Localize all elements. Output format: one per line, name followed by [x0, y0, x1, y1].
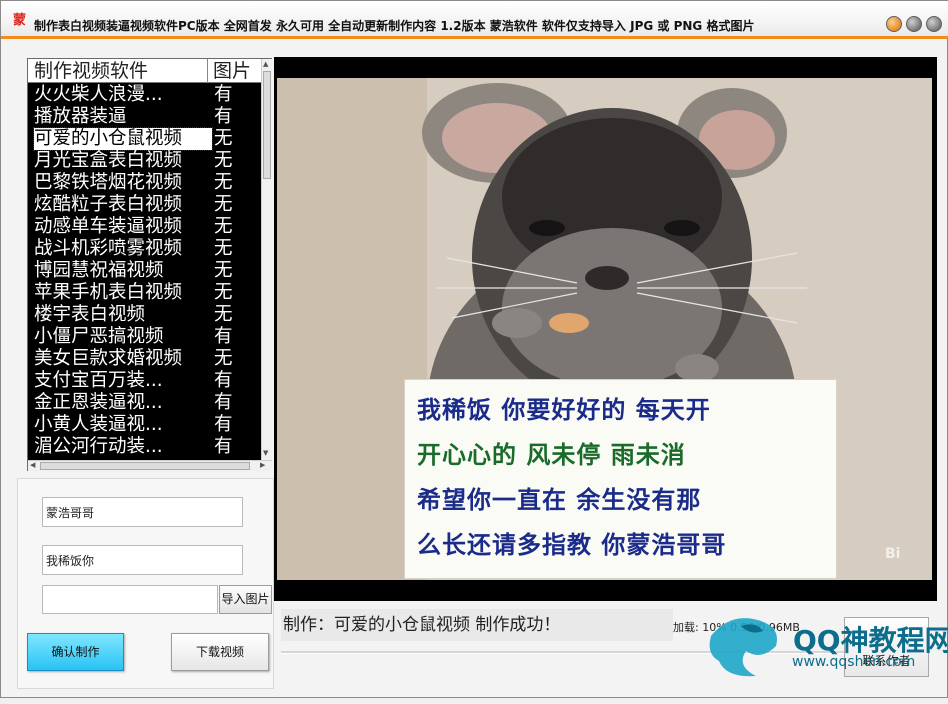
list-item-has-image: 无 — [214, 348, 233, 369]
list-item-has-image: 有 — [214, 414, 233, 435]
app-logo: 蒙 — [13, 13, 27, 28]
list-item-name: 播放器装逼 — [34, 106, 127, 127]
list-item-has-image: 无 — [214, 304, 233, 325]
scroll-right-icon[interactable]: ▶ — [260, 461, 265, 469]
list-item-name: 湄公河行动装... — [34, 436, 163, 457]
list-item[interactable]: 博园慧祝福视频 无 — [28, 260, 261, 282]
column-header-name[interactable]: 制作视频软件 — [34, 59, 208, 83]
list-item[interactable]: 湄公河行动装... 有 — [28, 436, 261, 458]
vertical-scrollbar[interactable]: ▲ ▼ — [261, 59, 272, 460]
list-item-name: 可爱的小仓鼠视频 — [33, 127, 213, 151]
list-item[interactable]: 炫酷粒子表白视频 无 — [28, 194, 261, 216]
list-item[interactable]: 苹果手机表白视频 无 — [28, 282, 261, 304]
list-item-name: 美女巨款求婚视频 — [34, 348, 183, 369]
watermark-title: QQ神教程网 — [793, 624, 948, 657]
title-bar[interactable]: 蒙 制作表白视频装逼视频软件PC版本 全网首发 永久可用 全自动更新制作内容 1… — [1, 1, 948, 39]
list-item[interactable]: 播放器装逼 有 — [28, 106, 261, 128]
import-image-button[interactable]: 导入图片 — [219, 585, 272, 614]
card-line-2: 开心心的 风未停 雨未消 — [417, 441, 686, 469]
card-line-1: 我稀饭 你要好好的 每天开 — [417, 396, 711, 424]
list-item[interactable]: 月光宝盒表白视频 无 — [28, 150, 261, 172]
list-item-has-image: 无 — [214, 216, 233, 237]
message-card: 我稀饭 你要好好的 每天开 开心心的 风未停 雨未消 希望你一直在 余生没有那 … — [404, 379, 837, 579]
name-field[interactable] — [42, 497, 243, 527]
list-item[interactable]: 楼宇表白视频 无 — [28, 304, 261, 326]
window-title: 制作表白视频装逼视频软件PC版本 全网首发 永久可用 全自动更新制作内容 1.2… — [34, 19, 755, 33]
list-item-has-image: 有 — [214, 84, 233, 105]
corner-watermark: Bi — [885, 546, 901, 562]
list-item[interactable]: 美女巨款求婚视频 无 — [28, 348, 261, 370]
list-item[interactable]: 巴黎铁塔烟花视频 无 — [28, 172, 261, 194]
close-button[interactable] — [926, 16, 942, 32]
horizontal-scroll-thumb[interactable] — [40, 462, 250, 470]
site-watermark: QQ神教程网 www.qqshen.com — [701, 606, 948, 681]
list-item-has-image: 无 — [214, 172, 233, 193]
list-item-name: 小僵尸恶搞视频 — [34, 326, 164, 347]
vertical-scroll-thumb[interactable] — [263, 71, 271, 179]
list-item-has-image: 无 — [214, 260, 233, 281]
horizontal-scrollbar[interactable]: ◀ ▶ — [28, 460, 272, 471]
list-item-has-image: 有 — [214, 370, 233, 391]
list-item-has-image: 有 — [214, 106, 233, 127]
list-item-name: 苹果手机表白视频 — [34, 282, 183, 303]
video-preview[interactable]: 我稀饭 你要好好的 每天开 开心心的 风未停 雨未消 希望你一直在 余生没有那 … — [274, 57, 937, 601]
minimize-button[interactable] — [886, 16, 902, 32]
status-message: 制作：可爱的小仓鼠视频 制作成功！ — [281, 609, 673, 641]
image-path-field[interactable] — [42, 585, 218, 614]
list-item-has-image: 无 — [214, 282, 233, 303]
scroll-up-icon[interactable]: ▲ — [263, 60, 268, 68]
list-item-has-image: 有 — [214, 392, 233, 413]
list-item-name: 动感单车装逼视频 — [34, 216, 183, 237]
list-item-name: 巴黎铁塔烟花视频 — [34, 172, 183, 193]
list-rows: 火火柴人浪漫... 有播放器装逼有可爱的小仓鼠视频无月光宝盒表白视频无巴黎铁塔烟花… — [28, 84, 261, 460]
list-item-name: 支付宝百万装... — [34, 370, 163, 391]
confirm-make-button[interactable]: 确认制作 — [27, 633, 124, 671]
list-item[interactable]: 动感单车装逼视频 无 — [28, 216, 261, 238]
list-item-name: 金正恩装逼视... — [34, 392, 163, 413]
list-item[interactable]: 小僵尸恶搞视频 有 — [28, 326, 261, 348]
list-item-has-image: 无 — [214, 238, 233, 259]
maximize-button[interactable] — [906, 16, 922, 32]
list-item-name: 小黄人装逼视... — [34, 414, 163, 435]
list-header: 制作视频软件 图片 — [28, 59, 261, 83]
video-frame: 我稀饭 你要好好的 每天开 开心心的 风未停 雨未消 希望你一直在 余生没有那 … — [277, 78, 932, 580]
list-item[interactable]: 火火柴人浪漫... 有 — [28, 84, 261, 106]
list-item[interactable]: 支付宝百万装... 有 — [28, 370, 261, 392]
list-item-has-image: 无 — [214, 150, 233, 171]
list-item-name: 战斗机彩喷雾视频 — [34, 238, 183, 259]
template-list[interactable]: 制作视频软件 图片 火火柴人浪漫... 有播放器装逼有可爱的小仓鼠视频无月光宝盒表… — [27, 58, 272, 471]
list-item-name: 炫酷粒子表白视频 — [34, 194, 183, 215]
card-line-4: 么长还请多指教 你蒙浩哥哥 — [417, 531, 727, 559]
list-item[interactable]: 可爱的小仓鼠视频无 — [28, 127, 261, 151]
list-item-has-image: 有 — [214, 326, 233, 347]
download-video-button[interactable]: 下载视频 — [171, 633, 269, 671]
list-item-name: 楼宇表白视频 — [34, 304, 146, 325]
list-item-has-image: 有 — [214, 436, 233, 457]
list-item-has-image: 无 — [214, 128, 233, 149]
card-line-3: 希望你一直在 余生没有那 — [417, 486, 702, 514]
list-item[interactable]: 战斗机彩喷雾视频 无 — [28, 238, 261, 260]
list-item-name: 火火柴人浪漫... — [34, 84, 163, 105]
list-item[interactable]: 小黄人装逼视... 有 — [28, 414, 261, 436]
watermark-url: www.qqshen.com — [792, 654, 916, 670]
list-item[interactable]: 金正恩装逼视... 有 — [28, 392, 261, 414]
app-window: 蒙 制作表白视频装逼视频软件PC版本 全网首发 永久可用 全自动更新制作内容 1… — [0, 0, 948, 698]
scroll-down-icon[interactable]: ▼ — [263, 449, 268, 457]
list-item-name: 博园慧祝福视频 — [34, 260, 164, 281]
scroll-left-icon[interactable]: ◀ — [30, 461, 35, 469]
list-item-name: 月光宝盒表白视频 — [34, 150, 183, 171]
list-item-has-image: 无 — [214, 194, 233, 215]
column-header-image[interactable]: 图片 — [213, 59, 251, 83]
message-field[interactable] — [42, 545, 243, 575]
dragon-logo-icon — [709, 618, 777, 677]
